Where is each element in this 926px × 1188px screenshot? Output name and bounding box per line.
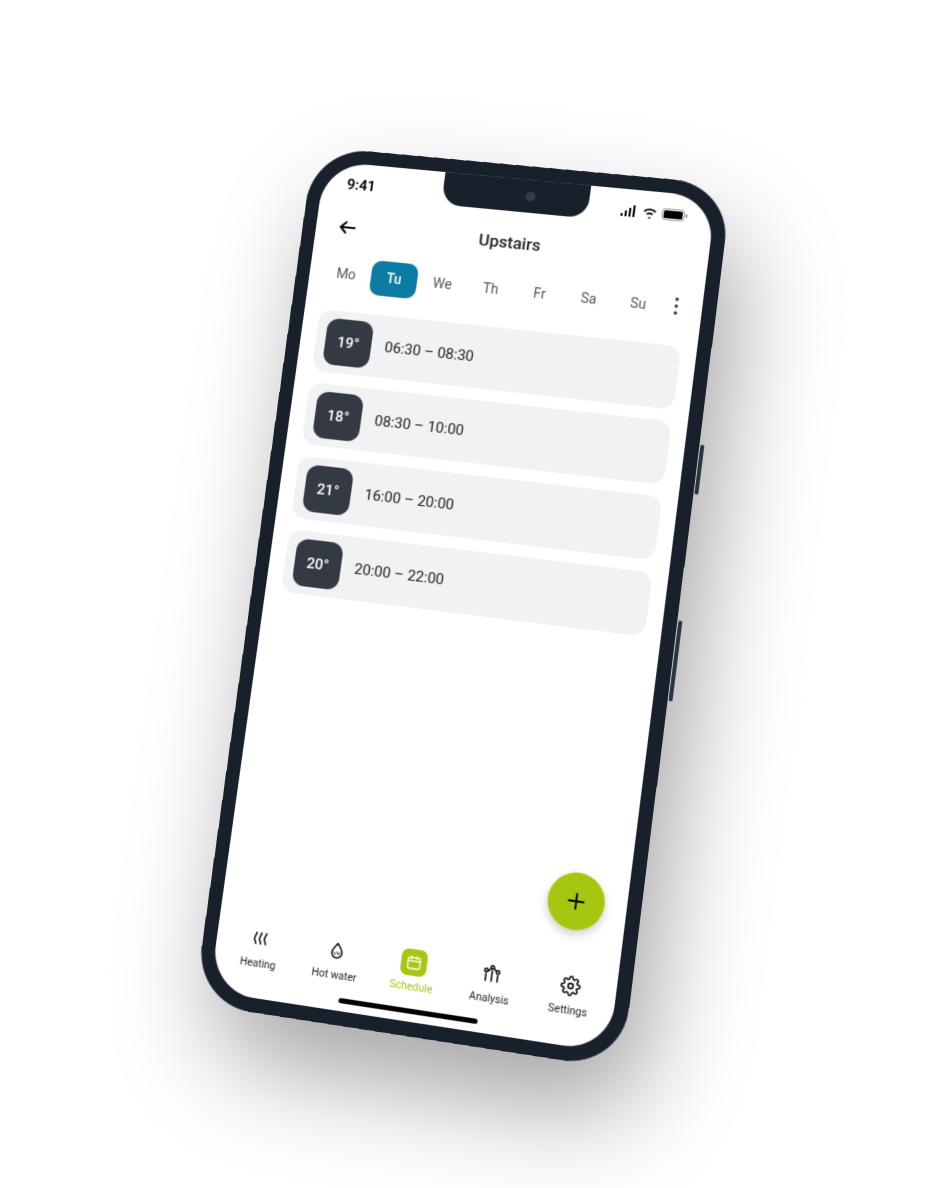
analysis-icon	[481, 963, 504, 986]
more-vertical-icon	[673, 297, 679, 315]
battery-icon	[661, 208, 688, 222]
nav-hotwater[interactable]: Hot water	[295, 932, 377, 987]
day-tu[interactable]: Tu	[369, 260, 420, 299]
nav-label: Settings	[547, 1001, 588, 1020]
nav-settings[interactable]: Settings	[527, 967, 612, 1023]
phone-frame: 9:41 Upstairs Mo Tu We Th Fr Sa	[194, 146, 732, 1069]
hotwater-icon	[326, 940, 348, 963]
day-fr[interactable]: Fr	[514, 275, 566, 315]
nav-label: Analysis	[468, 989, 509, 1008]
nav-label: Heating	[239, 954, 276, 972]
screen: 9:41 Upstairs Mo Tu We Th Fr Sa	[209, 161, 716, 1053]
day-mo[interactable]: Mo	[321, 255, 372, 294]
day-we[interactable]: We	[417, 265, 468, 304]
day-th[interactable]: Th	[465, 270, 516, 310]
status-indicators	[619, 204, 688, 222]
day-su[interactable]: Su	[612, 284, 664, 324]
calendar-icon	[405, 953, 423, 972]
temperature-badge: 19°	[322, 318, 374, 369]
temperature-badge: 18°	[312, 391, 364, 443]
nav-schedule[interactable]: Schedule	[371, 944, 454, 999]
nav-label: Hot water	[311, 965, 358, 985]
time-range: 06:30 – 08:30	[384, 338, 475, 365]
status-time: 9:41	[346, 176, 377, 196]
time-range: 08:30 – 10:00	[373, 412, 465, 439]
wifi-icon	[641, 206, 658, 219]
more-options-button[interactable]	[663, 296, 690, 321]
schedule-list: 19° 06:30 – 08:30 18° 08:30 – 10:00 21° …	[221, 294, 699, 969]
nav-heating[interactable]: Heating	[219, 921, 301, 976]
time-range: 20:00 – 22:00	[353, 560, 445, 589]
signal-icon	[619, 204, 638, 217]
nav-label: Schedule	[389, 977, 433, 997]
time-range: 16:00 – 20:00	[363, 486, 455, 514]
temperature-badge: 21°	[302, 464, 355, 516]
heating-icon	[250, 928, 272, 951]
temperature-badge: 20°	[291, 538, 344, 591]
day-sa[interactable]: Sa	[563, 279, 615, 319]
page-title: Upstairs	[477, 231, 541, 256]
nav-analysis[interactable]: Analysis	[449, 955, 533, 1011]
gear-icon	[559, 974, 582, 998]
arrow-left-icon	[336, 216, 360, 239]
back-button[interactable]	[332, 212, 365, 243]
